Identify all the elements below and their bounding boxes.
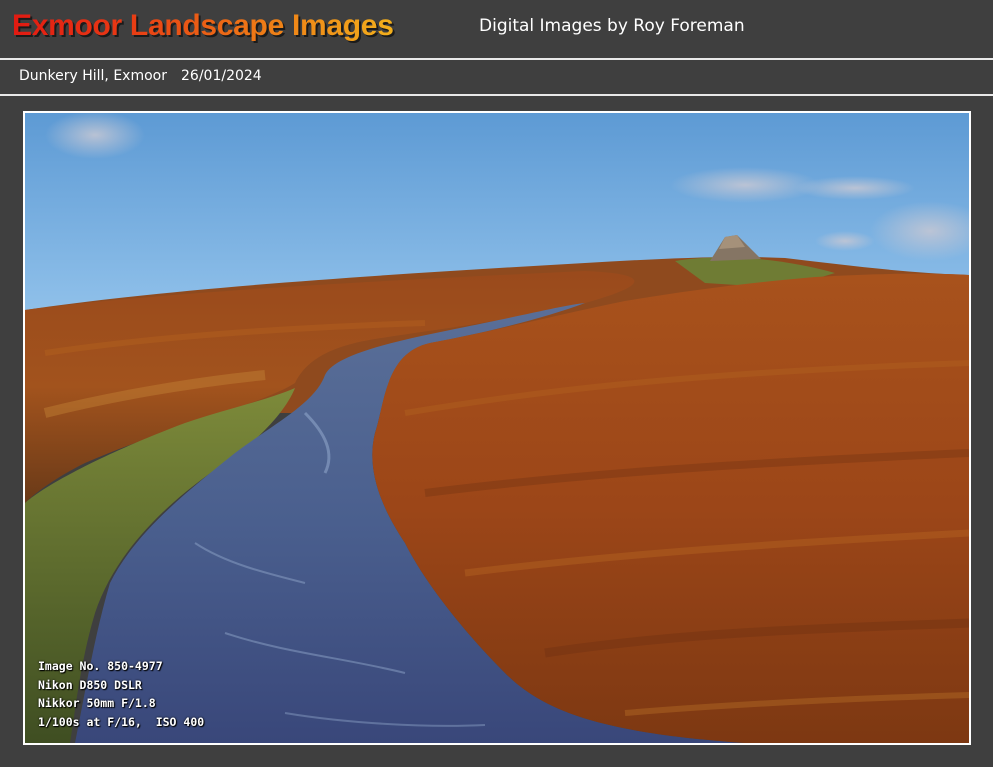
exif-settings: 1/100s at F/16, ISO 400 xyxy=(38,714,205,729)
landscape-photo: Image No. 850-4977 Nikon D850 DSLR Nikkor … xyxy=(23,111,971,745)
image-caption: Dunkery Hill, Exmoor 26/01/2024 xyxy=(19,68,262,84)
exif-image-number: Image No. 850-4977 xyxy=(38,659,163,673)
site-title[interactable]: Exmoor Landscape Images xyxy=(12,9,394,43)
image-location: Dunkery Hill, Exmoor xyxy=(19,68,167,84)
exif-camera: Nikon D850 DSLR xyxy=(38,677,142,692)
page: Exmoor Landscape Images Exmoor Landscape… xyxy=(0,0,993,767)
site-header: Exmoor Landscape Images Exmoor Landscape… xyxy=(0,0,993,60)
image-caption-bar: Dunkery Hill, Exmoor 26/01/2024 xyxy=(0,60,993,96)
landscape-photo-image xyxy=(25,113,969,743)
exif-lens: Nikkor 50mm F/1.8 xyxy=(38,696,156,710)
site-subtitle: Digital Images by Roy Foreman xyxy=(479,16,745,36)
image-date: 26/01/2024 xyxy=(181,68,262,84)
exif-overlay: Image No. 850-4977 Nikon D850 DSLR Nikkor … xyxy=(38,657,204,731)
